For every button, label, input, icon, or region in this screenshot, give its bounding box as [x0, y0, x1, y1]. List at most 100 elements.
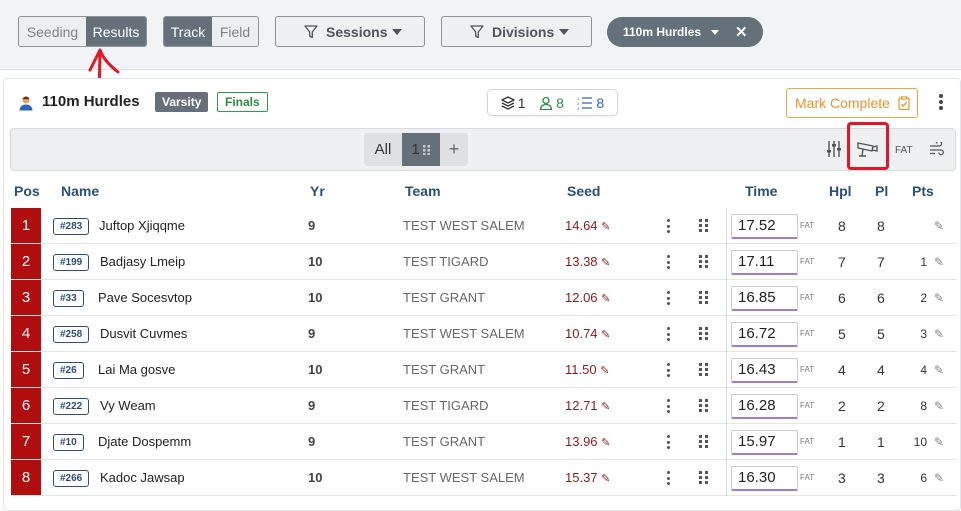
athlete-name[interactable]: Lai Ma gosve: [98, 362, 175, 377]
pencil-icon[interactable]: ✎: [934, 471, 944, 485]
chevron-down-icon[interactable]: [711, 29, 720, 35]
seed-value[interactable]: 15.37 ✎: [565, 470, 610, 485]
position-cell: 1: [11, 208, 41, 243]
wind-icon[interactable]: [929, 142, 945, 156]
col-team[interactable]: Team: [405, 183, 441, 199]
fat-toggle[interactable]: FAT: [895, 145, 913, 156]
pencil-icon[interactable]: ✎: [600, 365, 609, 377]
all-heats-button[interactable]: All: [364, 133, 402, 166]
pencil-icon[interactable]: ✎: [934, 327, 944, 341]
row-options-icon[interactable]: [667, 291, 671, 305]
athlete-name[interactable]: Kadoc Jawsap: [100, 470, 185, 485]
drag-handle-icon[interactable]: [699, 471, 708, 484]
seeding-tab[interactable]: Seeding: [19, 17, 86, 46]
time-input[interactable]: 16.30: [731, 466, 798, 491]
time-input[interactable]: 16.72: [731, 322, 798, 347]
seed-value[interactable]: 10.74 ✎: [565, 326, 610, 341]
col-pl[interactable]: Pl: [875, 183, 888, 199]
bib-badge[interactable]: #266: [53, 470, 90, 487]
clipboard-check-icon: [898, 96, 910, 110]
bib-badge[interactable]: #26: [53, 362, 84, 379]
athlete-name[interactable]: Vy Weam: [100, 398, 156, 413]
row-options-icon[interactable]: [667, 471, 671, 485]
pencil-icon[interactable]: ✎: [934, 363, 944, 377]
top-toolbar: Seeding Results Track Field Sessions Div…: [0, 0, 961, 70]
sessions-dropdown[interactable]: Sessions: [275, 16, 425, 47]
add-heat-button[interactable]: +: [440, 133, 468, 166]
row-options-icon[interactable]: [667, 399, 671, 413]
level-badge: Varsity: [155, 92, 209, 112]
pencil-icon[interactable]: ✎: [601, 473, 610, 485]
heat-selector: All 1 +: [364, 133, 468, 166]
pencil-icon[interactable]: ✎: [601, 257, 610, 269]
drag-handle-icon[interactable]: [699, 363, 708, 376]
pencil-icon[interactable]: ✎: [601, 437, 610, 449]
overall-place: 5: [877, 326, 885, 342]
athlete-name[interactable]: Djate Dospemm: [98, 434, 191, 449]
seed-value[interactable]: 13.96 ✎: [565, 434, 610, 449]
drag-handle-icon[interactable]: [699, 291, 708, 304]
pencil-icon[interactable]: ✎: [601, 293, 610, 305]
event-filter-pill[interactable]: 110m Hurdles ✕: [607, 17, 763, 47]
row-options-icon[interactable]: [667, 327, 671, 341]
bib-badge[interactable]: #199: [53, 254, 90, 271]
drag-handle-icon[interactable]: [699, 219, 708, 232]
mark-complete-button[interactable]: Mark Complete: [786, 88, 918, 118]
athlete-name[interactable]: Badjasy Lmeip: [100, 254, 185, 269]
col-yr[interactable]: Yr: [310, 183, 325, 199]
time-input[interactable]: 17.52: [731, 214, 798, 239]
bib-badge[interactable]: #10: [53, 434, 84, 451]
pencil-icon[interactable]: ✎: [601, 221, 610, 233]
row-options-icon[interactable]: [667, 255, 671, 269]
pencil-icon[interactable]: ✎: [601, 329, 610, 341]
time-input[interactable]: 15.97: [731, 430, 798, 455]
row-options-icon[interactable]: [667, 435, 671, 449]
drag-handle-icon[interactable]: [699, 255, 708, 268]
divisions-dropdown[interactable]: Divisions: [441, 16, 592, 47]
time-input[interactable]: 17.11: [731, 250, 798, 275]
seed-value[interactable]: 12.06 ✎: [565, 290, 610, 305]
bib-badge[interactable]: #33: [53, 290, 84, 307]
pencil-icon[interactable]: ✎: [934, 399, 944, 413]
field-tab[interactable]: Field: [212, 17, 258, 46]
time-input[interactable]: 16.43: [731, 358, 798, 383]
athlete-name[interactable]: Dusvit Cuvmes: [100, 326, 187, 341]
seed-value[interactable]: 11.50 ✎: [565, 362, 609, 377]
heat-1-button[interactable]: 1: [402, 133, 440, 166]
more-options-icon[interactable]: [935, 92, 947, 112]
col-name[interactable]: Name: [61, 183, 99, 199]
bib-badge[interactable]: #283: [53, 218, 90, 235]
time-input[interactable]: 16.28: [731, 394, 798, 419]
athlete-name[interactable]: Pave Socesvtop: [98, 290, 192, 305]
seed-mark: 10.74: [565, 326, 598, 341]
pencil-icon[interactable]: ✎: [934, 435, 944, 449]
pencil-icon[interactable]: ✎: [601, 401, 610, 413]
row-options-icon[interactable]: [667, 363, 671, 377]
seed-value[interactable]: 13.38 ✎: [565, 254, 610, 269]
track-tab[interactable]: Track: [164, 17, 212, 46]
bib-badge[interactable]: #258: [53, 326, 90, 343]
drag-handle-icon[interactable]: [699, 435, 708, 448]
seed-mark: 11.50: [565, 362, 597, 377]
col-time[interactable]: Time: [745, 183, 777, 199]
sliders-icon[interactable]: [826, 140, 842, 158]
drag-handle-icon[interactable]: [699, 327, 708, 340]
close-icon[interactable]: ✕: [735, 23, 748, 41]
col-hpl[interactable]: Hpl: [829, 183, 852, 199]
pencil-icon[interactable]: ✎: [934, 291, 944, 305]
seed-value[interactable]: 12.71 ✎: [565, 398, 610, 413]
drag-handle-icon[interactable]: [699, 399, 708, 412]
time-input[interactable]: 16.85: [731, 286, 798, 311]
athlete-name[interactable]: Juftop Xjiqqme: [99, 218, 185, 233]
entries-count: 8: [539, 95, 564, 111]
grade-year: 10: [308, 362, 323, 377]
row-options-icon[interactable]: [667, 219, 671, 233]
pencil-icon[interactable]: ✎: [934, 255, 944, 269]
pencil-icon[interactable]: ✎: [934, 219, 944, 233]
col-pos[interactable]: Pos: [14, 183, 40, 199]
bib-badge[interactable]: #222: [53, 398, 90, 415]
seed-value[interactable]: 14.64 ✎: [565, 218, 610, 233]
col-pts[interactable]: Pts: [912, 183, 934, 199]
results-tab[interactable]: Results: [86, 17, 146, 46]
col-seed[interactable]: Seed: [567, 183, 600, 199]
